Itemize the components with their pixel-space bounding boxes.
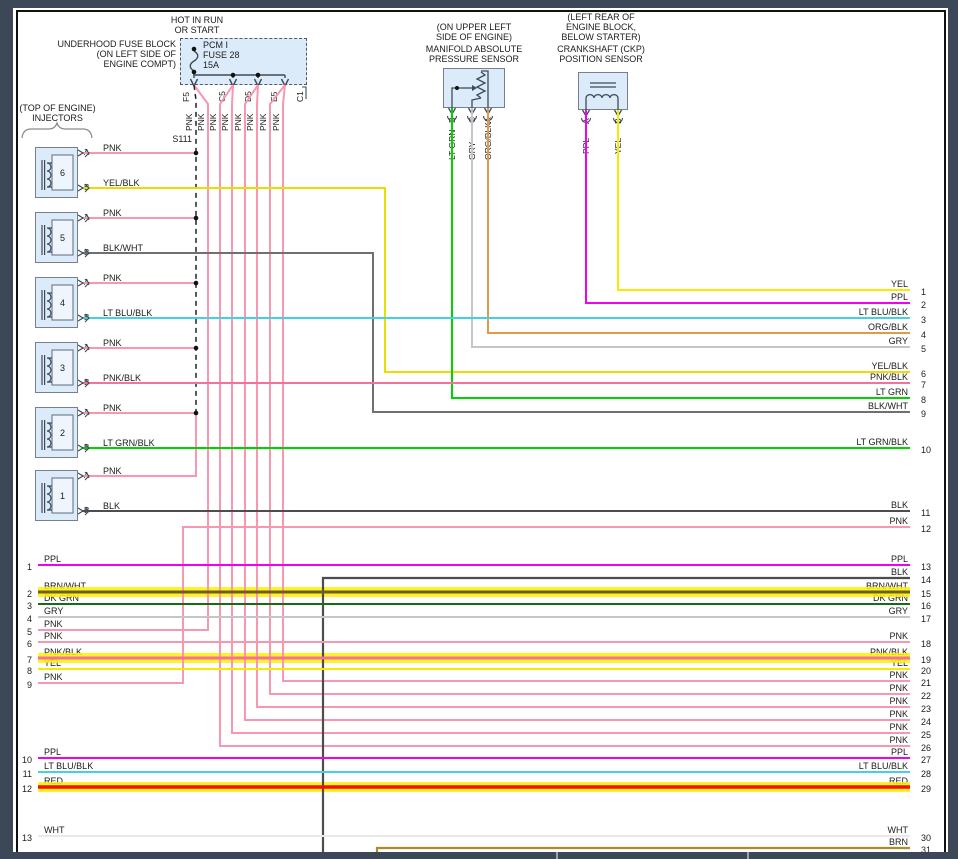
wire-number-right: 5 <box>921 344 927 354</box>
wire-segment-ltgrn <box>451 108 910 399</box>
wire-number-right: 19 <box>921 655 932 665</box>
injector-pin-arrow <box>77 214 85 222</box>
injectors-brace <box>21 121 93 139</box>
chrome-left <box>0 0 13 859</box>
injector-pin-arrow <box>77 507 85 515</box>
wire-number-left: 9 <box>26 680 32 690</box>
splice-dot <box>193 150 199 156</box>
wire-number-left: 4 <box>26 614 32 624</box>
ckp-sensor-symbol <box>580 82 624 124</box>
injector-pin-arrow <box>77 379 85 387</box>
wire-number-left: 10 <box>21 755 32 765</box>
wire-number-right: 24 <box>921 717 932 727</box>
injector-pin-arrow <box>77 314 85 322</box>
wire-number-left: 1 <box>26 562 32 572</box>
wire-number-left: 13 <box>21 833 32 843</box>
wire-number-right: 8 <box>921 395 927 405</box>
wire-number-right: 20 <box>921 666 932 676</box>
chrome-top <box>0 0 958 8</box>
splice-dot <box>193 215 199 221</box>
wire-segment-pnk <box>244 84 910 721</box>
wiring-diagram-page: HOT IN RUN OR START UNDERHOOD FUSE BLOCK(… <box>0 0 958 859</box>
chrome-right <box>948 0 958 859</box>
chrome-bottom <box>0 852 958 859</box>
bottom-cell-divider-2 <box>747 852 749 859</box>
injector-pin-arrow <box>77 279 85 287</box>
injector-pin-arrow <box>77 444 85 452</box>
wire-segment-pnk <box>231 84 910 734</box>
injector-pin-arrow <box>77 249 85 257</box>
wire-segment-blk <box>321 576 910 852</box>
wire-segment-pnk <box>82 413 197 477</box>
wire-number-left: 12 <box>21 784 32 794</box>
wire-segment-pnk <box>269 84 910 695</box>
wire-number-right: 2 <box>921 300 927 310</box>
wire-segment-gry <box>471 108 910 348</box>
splice-dot <box>193 410 199 416</box>
fuse-junction-dot <box>191 69 197 75</box>
wire-segment-orgblk <box>487 108 910 334</box>
wire-number-left: 7 <box>26 655 32 665</box>
injector-pin-arrow <box>77 184 85 192</box>
wire-number-right: 7 <box>921 380 927 390</box>
wire-number-left: 2 <box>26 589 32 599</box>
fuse-junction-dot <box>255 72 261 78</box>
wires-layer <box>21 46 910 852</box>
wire-number-right: 6 <box>921 369 927 379</box>
wire-number-left: 6 <box>26 639 32 649</box>
injector-pin-arrow <box>77 409 85 417</box>
wire-segment-yelblk <box>82 187 910 373</box>
wire-segment-pnk <box>256 84 910 708</box>
wire-number-right: 21 <box>921 678 932 688</box>
wire-number-right: 13 <box>921 562 932 572</box>
wire-number-right: 14 <box>921 575 932 585</box>
wire-number-right: 26 <box>921 743 932 753</box>
wire-number-right: 23 <box>921 704 932 714</box>
bottom-cell-divider-1 <box>556 852 558 859</box>
wire-number-right: 17 <box>921 614 932 624</box>
wire-number-right: 29 <box>921 784 932 794</box>
wire-number-right: 4 <box>921 330 927 340</box>
wire-number-right: 10 <box>921 445 932 455</box>
fuse-junction-dot <box>230 72 236 78</box>
wire-number-right: 27 <box>921 755 932 765</box>
splice-dot <box>193 345 199 351</box>
wire-number-left: 5 <box>26 627 32 637</box>
wire-number-right: 11 <box>921 508 931 518</box>
wire-segment-dash <box>193 84 197 413</box>
wire-number-left: 11 <box>22 769 32 779</box>
injector-pin-arrow <box>77 344 85 352</box>
fuse-symbol <box>189 50 307 99</box>
wire-number-right: 3 <box>921 315 927 325</box>
wire-number-left: 8 <box>26 666 32 676</box>
wire-number-right: 16 <box>921 601 932 611</box>
wire-number-right: 15 <box>921 589 932 599</box>
injector-pin-arrow <box>77 149 85 157</box>
wire-number-right: 9 <box>921 409 927 419</box>
wire-number-right: 22 <box>921 691 932 701</box>
injector-pin-arrow <box>77 472 85 480</box>
fuse-junction-dot <box>191 46 197 52</box>
wire-number-right: 25 <box>921 730 932 740</box>
wire-number-right: 30 <box>921 833 932 843</box>
splice-dot <box>193 280 199 286</box>
wire-segment-yel <box>617 110 910 291</box>
wire-segment-ppl <box>585 110 910 304</box>
wire-number-left: 3 <box>26 601 32 611</box>
map-sensor-symbol <box>446 70 494 122</box>
wire-number-right: 28 <box>921 769 932 779</box>
wire-number-right: 1 <box>921 287 927 297</box>
wire-number-right: 12 <box>921 524 932 534</box>
wire-number-right: 18 <box>921 639 932 649</box>
